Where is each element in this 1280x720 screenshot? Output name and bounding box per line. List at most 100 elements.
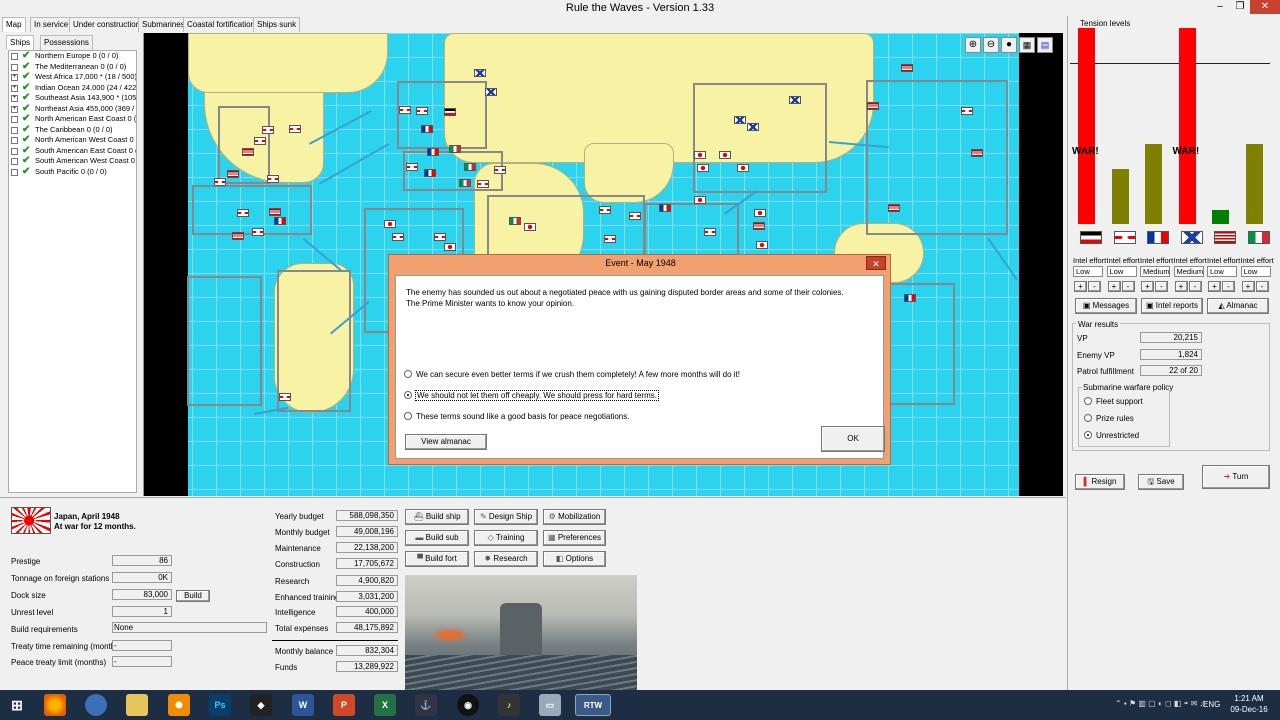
expand-icon[interactable]: + xyxy=(11,95,18,102)
anchor-app-icon[interactable]: ⚓ xyxy=(415,694,437,716)
intel-effort-select[interactable]: Low xyxy=(1073,266,1103,277)
region-tree[interactable]: ✔ Northern Europe 0 (0 / 0) ✔ The Mediterra… xyxy=(8,50,137,493)
region-northeast-asia[interactable] xyxy=(693,83,827,193)
radio-button[interactable] xyxy=(1084,413,1092,422)
expand-icon[interactable]: + xyxy=(11,74,18,81)
drop-icon[interactable]: ● xyxy=(1001,37,1017,53)
action-button-ship[interactable]: ⛴ Build ship xyxy=(405,509,469,525)
flag-fr[interactable] xyxy=(904,294,916,302)
tree-item[interactable]: ✔ North American East Coast 0 (0 xyxy=(9,114,136,125)
tree-item[interactable]: + ✔ Southeast Asia 143,900 * (105 xyxy=(9,93,136,104)
resign-button[interactable]: ▌ Resign xyxy=(1075,474,1125,490)
flag-it[interactable] xyxy=(449,145,461,153)
photoshop-icon[interactable]: Ps xyxy=(209,694,231,716)
flag-uk[interactable] xyxy=(237,209,249,217)
region-na-east[interactable] xyxy=(218,106,270,184)
dialog-option[interactable]: These terms sound like a good basis for … xyxy=(404,411,629,421)
flag-jp[interactable] xyxy=(694,196,706,204)
flag-uk[interactable] xyxy=(279,393,291,401)
action-button-research[interactable]: ✹ Research xyxy=(474,551,538,567)
flag-uk[interactable] xyxy=(399,106,411,114)
file-explorer-icon[interactable] xyxy=(126,694,148,716)
ok-button[interactable]: OK xyxy=(821,426,885,452)
flag-jp[interactable] xyxy=(754,209,766,217)
tray-icons[interactable]: ⌃ ▪ ⚑ ▥ ▢ ◐ ◻ ◧ ◓ ✉ ♫ xyxy=(1115,699,1206,708)
flag-uk[interactable] xyxy=(629,212,641,220)
tab-submarines[interactable]: Submarines xyxy=(138,17,189,32)
flag-jp[interactable] xyxy=(444,243,456,251)
intel-decrease-button[interactable]: - xyxy=(1222,281,1235,292)
action-button-training[interactable]: ◇ Training xyxy=(474,530,538,546)
grid-toggle-icon[interactable]: ▦ xyxy=(1019,37,1035,53)
clock-date[interactable]: 09-Dec-16 xyxy=(1227,705,1271,714)
tree-item[interactable]: ✔ South American West Coast 0 ( xyxy=(9,156,136,167)
language-indicator[interactable]: ENG xyxy=(1203,700,1220,709)
flag-us[interactable] xyxy=(867,102,879,110)
region-sa-east[interactable] xyxy=(277,270,351,412)
clock-time[interactable]: 1:21 AM xyxy=(1229,694,1269,703)
intel-effort-select[interactable]: Low xyxy=(1106,266,1137,277)
flag-us[interactable] xyxy=(232,232,244,240)
intel-increase-button[interactable]: + xyxy=(1074,281,1087,292)
intel-decrease-button[interactable]: - xyxy=(1188,281,1202,292)
intel-increase-button[interactable]: + xyxy=(1241,281,1255,292)
flag-it[interactable] xyxy=(509,217,521,225)
flag-jp[interactable] xyxy=(384,220,396,228)
zoom-out-icon[interactable]: ⊖ xyxy=(983,37,999,53)
intel-increase-button[interactable]: + xyxy=(1208,281,1221,292)
flag-uk[interactable] xyxy=(289,125,301,133)
media-icon[interactable]: ♪ xyxy=(498,694,520,716)
region-sa-west[interactable] xyxy=(187,276,262,406)
tree-item[interactable]: ✔ South Pacific 0 (0 / 0) xyxy=(9,166,136,178)
intel-effort-select[interactable]: Low xyxy=(1240,266,1271,277)
flag-jp[interactable] xyxy=(697,164,709,172)
intel-decrease-button[interactable]: - xyxy=(1255,281,1269,292)
flag-it[interactable] xyxy=(464,163,476,171)
tab-ships[interactable]: Ships xyxy=(6,35,35,50)
tab-under-construction[interactable]: Under construction xyxy=(69,17,145,32)
turn-button[interactable]: ➔ Turn xyxy=(1202,465,1270,489)
sub-policy-option[interactable]: Unrestricted xyxy=(1084,430,1139,440)
flag-fr[interactable] xyxy=(421,125,433,133)
expand-icon[interactable]: + xyxy=(11,105,18,113)
intel-decrease-button[interactable]: - xyxy=(1088,281,1101,292)
region-northern-europe[interactable] xyxy=(397,81,487,149)
action-button-options[interactable]: ◧ Options xyxy=(543,551,606,567)
flag-jp[interactable] xyxy=(756,241,768,249)
action-button-mobilization[interactable]: ⚙ Mobilization xyxy=(543,509,606,525)
flag-uk[interactable] xyxy=(961,107,973,115)
flag-uk[interactable] xyxy=(704,228,716,236)
intel-increase-button[interactable]: + xyxy=(1174,281,1188,292)
flag-uk[interactable] xyxy=(434,233,446,241)
restore-button[interactable]: ❐ xyxy=(1232,0,1248,14)
app-icon[interactable] xyxy=(85,694,107,716)
flag-de[interactable] xyxy=(444,108,456,116)
intel-effort-select[interactable]: Low xyxy=(1207,266,1237,277)
expand-icon[interactable]: + xyxy=(11,84,18,92)
flag-us[interactable] xyxy=(227,170,239,178)
view-almanac-button[interactable]: View almanac xyxy=(405,434,487,450)
word-icon[interactable]: W xyxy=(292,694,314,716)
intel-decrease-button[interactable]: - xyxy=(1155,281,1168,292)
flag-fr[interactable] xyxy=(274,217,286,225)
app-icon[interactable]: ◆ xyxy=(250,694,272,716)
tab-in-service[interactable]: In service xyxy=(30,17,73,32)
flag-ru[interactable] xyxy=(747,123,759,131)
flag-it[interactable] xyxy=(459,179,471,187)
radio-button[interactable] xyxy=(404,390,412,399)
app-window-icon[interactable]: ▭ xyxy=(539,694,561,716)
excel-icon[interactable]: X xyxy=(374,694,396,716)
action-button-sub[interactable]: ▬ Build sub xyxy=(405,530,469,546)
intel-increase-button[interactable]: + xyxy=(1107,281,1121,292)
flag-uk[interactable] xyxy=(477,180,489,188)
dialog-option[interactable]: We can secure even better terms if we cr… xyxy=(404,369,740,379)
flag-uk[interactable] xyxy=(254,137,266,145)
flag-ru[interactable] xyxy=(734,116,746,124)
flag-uk[interactable] xyxy=(599,206,611,214)
action-button-preferences[interactable]: ▦ Preferences xyxy=(543,530,606,546)
zoom-in-icon[interactable]: ⊕ xyxy=(965,37,981,53)
tab-coastal-fortifications[interactable]: Coastal fortifications xyxy=(183,17,264,32)
flag-us[interactable] xyxy=(242,148,254,156)
intel-effort-select[interactable]: Medium xyxy=(1140,266,1170,277)
intel-reports-button[interactable]: ▣ Intel reports xyxy=(1141,298,1203,314)
